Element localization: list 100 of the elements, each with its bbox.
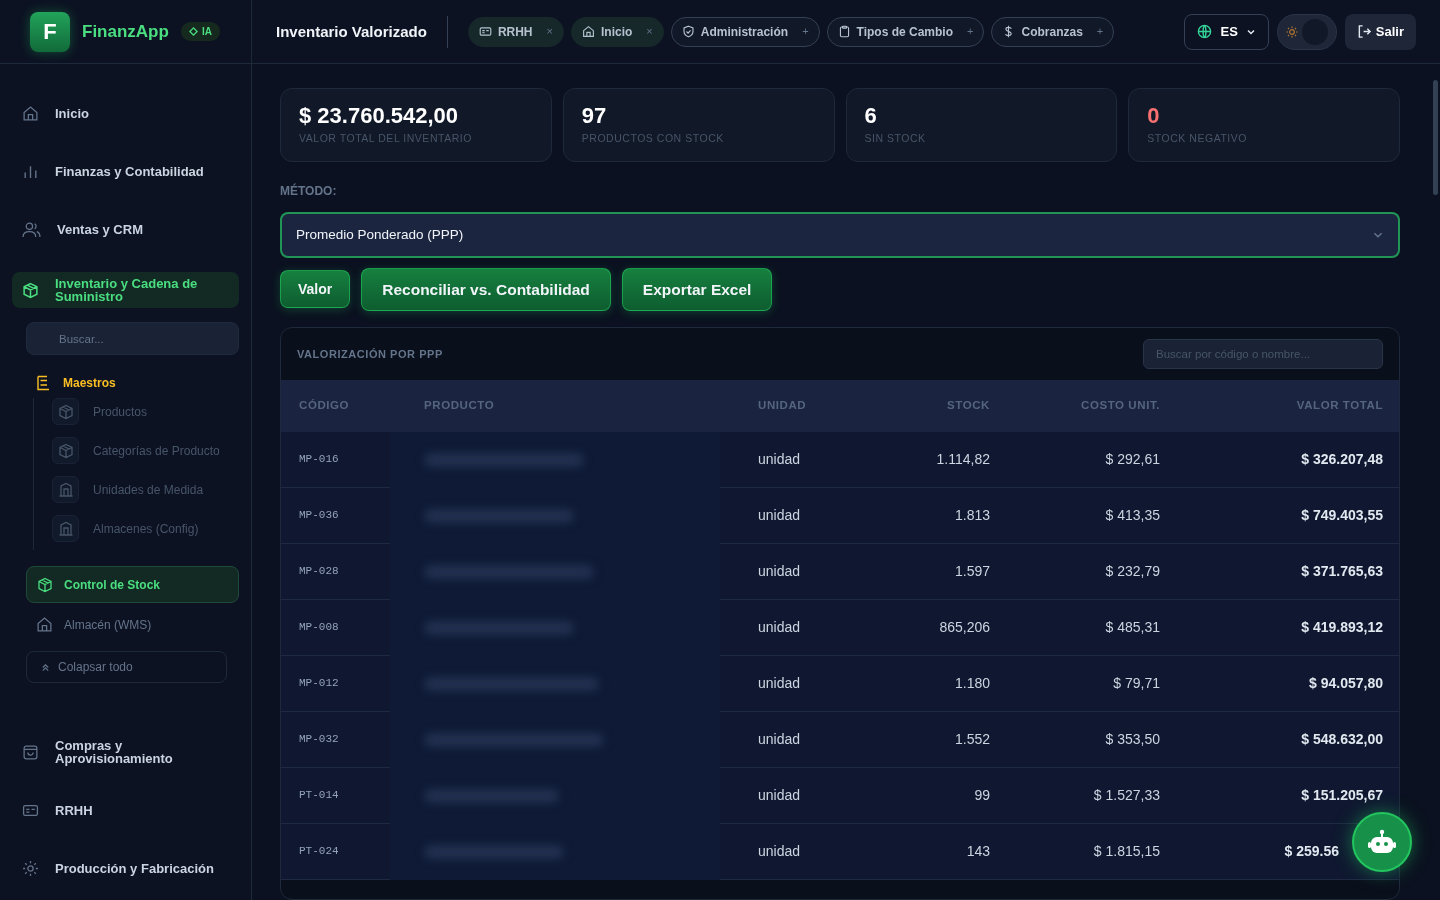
sidebar-item[interactable]: Inicio: [12, 93, 239, 133]
stat-label: STOCK NEGATIVO: [1147, 131, 1248, 146]
shield-icon: [681, 25, 695, 38]
gear-icon: [22, 859, 39, 877]
table-cell-text: $ 749.403,55: [1300, 506, 1384, 525]
table-cell-text: unidad: [757, 730, 802, 749]
submenu-link[interactable]: Control de Stock: [26, 566, 239, 603]
table-cell-text: 1.114,82: [935, 450, 991, 469]
table-cell-text: unidad: [757, 842, 802, 861]
logout-icon: [1356, 24, 1372, 39]
table-cell-text: 1.597: [953, 562, 991, 581]
header-tab[interactable]: Tipos de Cambio +: [826, 16, 985, 47]
table-cell-text: unidad: [757, 786, 802, 805]
header-tab[interactable]: Administración +: [670, 16, 820, 47]
box-icon: [22, 281, 39, 299]
table-cell-text: $ 371.765,63: [1300, 562, 1384, 581]
sidebar-item[interactable]: Compras y Aprovisionamiento: [12, 732, 239, 772]
action-button[interactable]: Valor: [280, 270, 351, 308]
submenu-link[interactable]: Almacén (WMS): [26, 606, 239, 643]
sidebar-item[interactable]: Finanzas y Contabilidad: [12, 151, 239, 191]
sidebar-item[interactable]: Inventario y Cadena de Suministro: [12, 272, 239, 308]
stat-label: SIN STOCK: [864, 131, 927, 146]
table-cell-text: unidad: [757, 618, 802, 637]
book-icon: [36, 375, 51, 391]
search-field[interactable]: Buscar...: [26, 322, 239, 355]
table-cell-text: MP-016: [298, 452, 340, 468]
home-icon: [22, 104, 39, 122]
table-cell-text: MP-032: [298, 732, 340, 748]
language-selector[interactable]: ES: [1184, 13, 1269, 50]
table-cell-text: $ 1.527,33: [1092, 786, 1161, 805]
chevrons-up-icon: [41, 662, 50, 672]
table-cell-text: $ 1.815,15: [1092, 842, 1161, 861]
sun-icon: [1285, 25, 1298, 38]
table-cell-text: unidad: [757, 450, 802, 469]
stat-value: $ 23.760.542,00: [299, 102, 460, 130]
robot-icon: [1367, 829, 1397, 855]
theme-toggle[interactable]: [1276, 13, 1337, 50]
table-cell-text: MP-028: [298, 564, 340, 580]
table-cell-text: PT-014: [298, 788, 340, 804]
table-cell-text: 99: [973, 786, 991, 805]
app-logo: F: [30, 11, 70, 52]
table-cell-text: $ 413,35: [1104, 506, 1161, 525]
table-cell-text: $ 292,61: [1104, 450, 1161, 469]
collapse-button[interactable]: Colapsar todo: [26, 651, 227, 683]
sidebar-item[interactable]: Ventas y CRM: [12, 209, 239, 249]
table-cell-text: unidad: [757, 674, 802, 693]
table-cell-text: $ 94.057,80: [1308, 674, 1384, 693]
globe-icon: [1197, 24, 1213, 39]
users-icon: [22, 220, 41, 238]
table-title: VALORIZACIÓN POR PPP: [297, 346, 443, 362]
shopping-bag-icon: [22, 743, 39, 761]
table-cell-text: unidad: [757, 506, 802, 525]
diamond-icon: [188, 27, 198, 36]
table-cell-text: $ 79,71: [1112, 674, 1161, 693]
page-title: Inventario Valorizado: [276, 15, 448, 48]
stat-label: PRODUCTOS CON STOCK: [581, 131, 725, 146]
stat-value: 97: [581, 102, 608, 130]
stat-value: 0: [1147, 102, 1161, 130]
table-cell-text: $ 419.893,12: [1300, 618, 1384, 637]
ai-badge[interactable]: IA: [180, 22, 220, 41]
sidebar-item[interactable]: Producción y Fabricación: [12, 848, 239, 888]
stat-label: VALOR TOTAL DEL INVENTARIO: [299, 131, 473, 146]
table-cell-text: $ 326.207,48: [1300, 450, 1384, 469]
table-cell-text: 1.813: [953, 506, 991, 525]
table-cell-text: 1.180: [953, 674, 991, 693]
table-cell-text: $ 353,50: [1104, 730, 1161, 749]
box-icon: [57, 403, 74, 420]
method-label: MÉTODO:: [280, 182, 338, 200]
building-icon: [57, 520, 74, 537]
add-icon[interactable]: +: [802, 23, 809, 40]
sidebar-group[interactable]: Maestros: [26, 374, 239, 392]
clipboard-icon: [837, 25, 851, 38]
building-icon: [57, 481, 74, 498]
table-cell-text: MP-036: [298, 508, 340, 524]
add-icon[interactable]: +: [1096, 23, 1104, 40]
table-cell-text: $ 259.56: [1284, 842, 1339, 861]
home-icon: [36, 616, 53, 633]
method-select[interactable]: Promedio Ponderado (PPP): [280, 212, 1400, 258]
close-icon[interactable]: ×: [646, 23, 653, 40]
table-cell-text: 1.552: [953, 730, 991, 749]
action-button[interactable]: Exportar Excel: [621, 268, 773, 311]
action-button[interactable]: Reconciliar vs. Contabilidad: [361, 268, 611, 311]
header-tab[interactable]: Cobranzas +: [991, 16, 1115, 47]
id-card-icon: [478, 25, 492, 38]
sidebar-item[interactable]: RRHH: [12, 790, 239, 830]
header-tab[interactable]: Inicio ×: [571, 16, 664, 47]
home-icon: [582, 25, 595, 38]
table-cell-text: MP-008: [298, 620, 340, 636]
table-cell-text: $ 232,79: [1104, 562, 1161, 581]
table-cell-text: unidad: [757, 562, 802, 581]
table-cell-text: $ 151.205,67: [1300, 786, 1384, 805]
stat-value: 6: [864, 102, 878, 130]
table-cell-text: PT-024: [298, 844, 340, 860]
logout-button[interactable]: Salir: [1344, 13, 1416, 50]
table-cell-text: $ 548.632,00: [1300, 730, 1384, 749]
close-icon[interactable]: ×: [546, 23, 553, 40]
app-name: FinanzApp: [82, 20, 169, 43]
add-icon[interactable]: +: [967, 23, 974, 40]
box-icon: [37, 576, 53, 593]
header-tab[interactable]: RRHH ×: [467, 16, 564, 47]
